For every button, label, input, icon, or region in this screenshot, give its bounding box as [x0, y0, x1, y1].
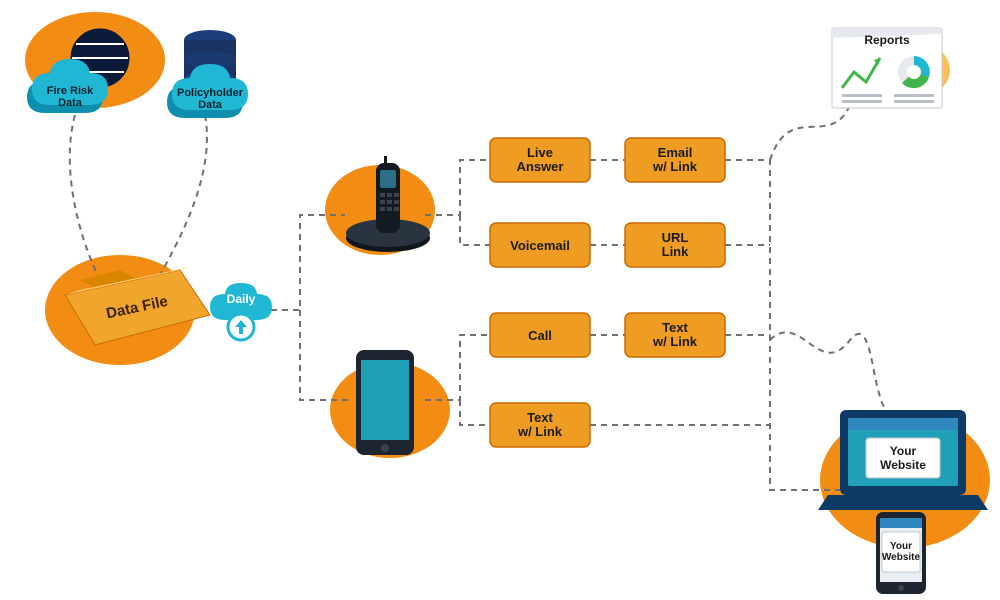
reports-label: Reports — [864, 33, 910, 47]
reports-icon: Reports — [832, 28, 942, 108]
box-live-answer: LiveAnswer — [490, 138, 590, 182]
cloud-label: Data — [198, 99, 223, 111]
laptop-label: Your — [890, 444, 917, 458]
box-url-link: URLLink — [625, 223, 725, 267]
box-call: Call — [490, 313, 590, 357]
box-label: Email — [658, 145, 693, 160]
connector — [460, 400, 490, 425]
svg-text:URLLink: URLLink — [662, 230, 689, 259]
box-label: w/ Link — [517, 424, 563, 439]
laptop-icon: YourWebsite — [818, 410, 988, 510]
connector — [70, 115, 100, 280]
box-label: Link — [662, 244, 689, 259]
svg-text:Emailw/ Link: Emailw/ Link — [652, 145, 698, 174]
box-voicemail: Voicemail — [490, 223, 590, 267]
daily-label: Daily — [227, 292, 256, 306]
cloud-label: Fire Risk — [47, 85, 94, 97]
box-label: w/ Link — [652, 159, 698, 174]
box-label: Text — [662, 320, 688, 335]
cloud-label: Policyholder — [177, 87, 244, 99]
box-text-link: Textw/ Link — [625, 313, 725, 357]
phone-site-label: Your — [890, 541, 912, 552]
cloud-daily-upload: Daily — [210, 283, 272, 340]
connector — [770, 332, 890, 415]
cloud-label: Data — [58, 97, 83, 109]
box-label: URL — [662, 230, 689, 245]
box-label: Text — [527, 410, 553, 425]
box-email-link: Emailw/ Link — [625, 138, 725, 182]
phone-site-label: Website — [882, 552, 921, 563]
connector — [725, 160, 840, 490]
box-label: Answer — [517, 159, 564, 174]
phone-website-icon: YourWebsite — [876, 512, 926, 594]
box-label: Call — [528, 328, 552, 343]
box-label: w/ Link — [652, 334, 698, 349]
smartphone-icon — [356, 350, 414, 455]
connector — [460, 215, 490, 245]
box-label: Voicemail — [510, 238, 570, 253]
box-text-link-lower: Textw/ Link — [490, 403, 590, 447]
connector — [160, 115, 207, 275]
box-label: Live — [527, 145, 553, 160]
laptop-label: Website — [880, 458, 926, 472]
